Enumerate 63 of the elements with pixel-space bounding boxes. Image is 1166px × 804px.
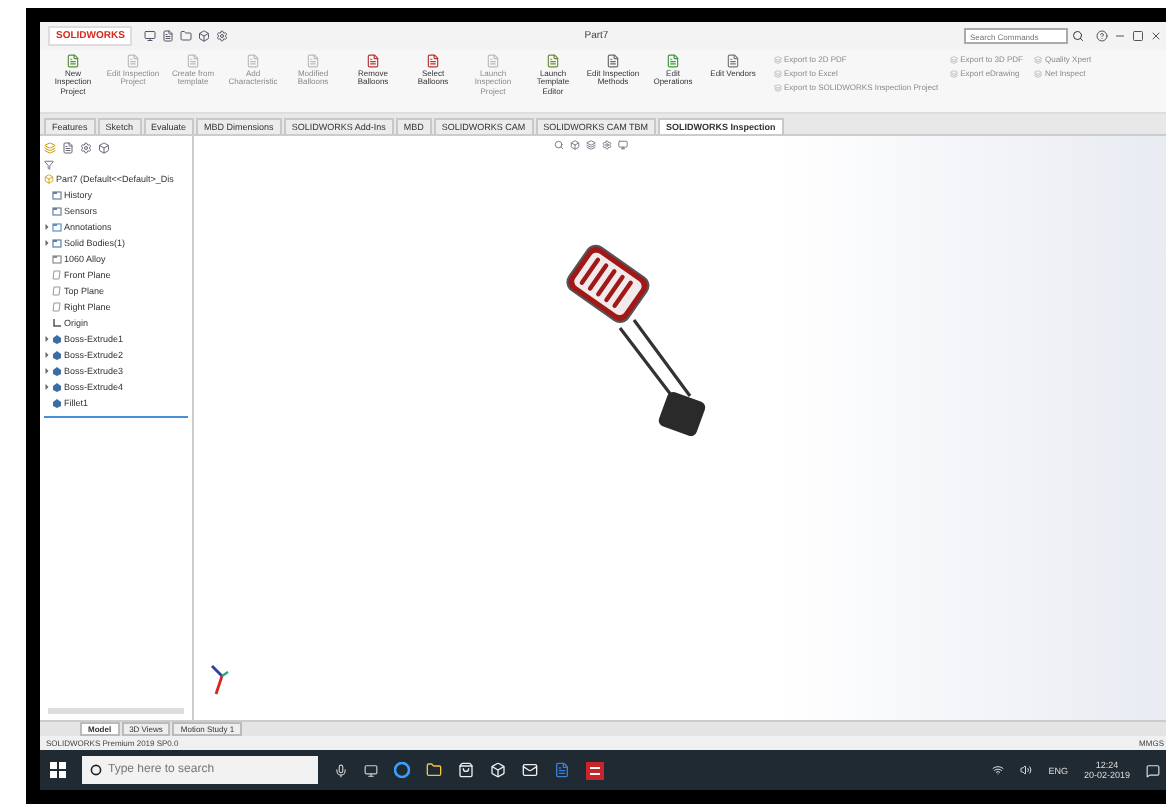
browser-icon[interactable]	[394, 762, 410, 778]
document-icon	[606, 54, 620, 68]
expand-caret-icon[interactable]	[44, 352, 50, 358]
folder-icon	[52, 190, 62, 200]
settings-icon[interactable]	[216, 30, 229, 42]
layers-icon	[950, 55, 959, 63]
windows-start-icon[interactable]	[50, 762, 66, 778]
monitor-icon[interactable]	[618, 140, 628, 150]
view-settings-icon[interactable]	[602, 140, 612, 150]
document-icon	[66, 54, 80, 68]
expand-caret-icon[interactable]	[44, 368, 50, 374]
search-icon[interactable]	[1072, 30, 1084, 42]
help-icon[interactable]	[1096, 30, 1108, 42]
view-orientation-icon[interactable]	[570, 140, 580, 150]
property-manager-icon[interactable]	[62, 142, 74, 154]
filter-icon[interactable]	[44, 160, 54, 170]
layers-icon	[774, 83, 782, 91]
close-icon[interactable]	[1150, 30, 1162, 42]
solidworks-app-icon[interactable]	[586, 761, 604, 779]
layers-icon	[1034, 55, 1043, 63]
zoom-icon[interactable]	[554, 140, 564, 150]
task-view-icon[interactable]	[364, 763, 378, 777]
expand-caret-icon[interactable]	[44, 224, 50, 230]
layers-icon	[774, 69, 782, 77]
expand-caret-icon[interactable]	[44, 336, 50, 342]
search-icon	[90, 764, 102, 776]
document-icon	[546, 54, 560, 68]
layers-icon	[1034, 69, 1043, 77]
folder-icon	[52, 238, 62, 248]
origin-icon	[52, 318, 62, 328]
mail-icon[interactable]	[522, 762, 538, 778]
layers-icon	[950, 69, 959, 77]
folder-icon	[52, 254, 62, 264]
configuration-manager-icon[interactable]	[80, 142, 92, 154]
part-icon	[44, 174, 54, 184]
open-folder-icon[interactable]	[180, 30, 193, 42]
maximize-icon[interactable]	[1132, 30, 1144, 42]
feature-manager-icon[interactable]	[44, 142, 56, 154]
folder-icon	[52, 222, 62, 232]
box-icon[interactable]	[490, 762, 506, 778]
document-icon	[306, 54, 320, 68]
expand-caret-icon[interactable]	[44, 384, 50, 390]
shopping-bag-icon[interactable]	[458, 762, 474, 778]
folder-icon	[52, 206, 62, 216]
volume-icon[interactable]	[1020, 764, 1033, 776]
expand-caret-icon[interactable]	[44, 240, 50, 246]
document-icon	[726, 54, 740, 68]
document-icon	[366, 54, 380, 68]
new-document-icon[interactable]	[162, 30, 175, 42]
document-icon	[246, 54, 260, 68]
microphone-icon[interactable]	[334, 763, 348, 777]
notification-icon[interactable]	[1146, 763, 1160, 777]
axis-triad-drawing	[210, 660, 234, 696]
network-icon[interactable]	[992, 764, 1005, 776]
folder-icon[interactable]	[426, 762, 442, 778]
layers-icon	[774, 55, 782, 63]
document-icon	[186, 54, 200, 68]
scrollbar[interactable]	[48, 708, 184, 714]
document-icon	[426, 54, 440, 68]
document-icon	[486, 54, 500, 68]
document-icon	[666, 54, 680, 68]
document-icon	[126, 54, 140, 68]
document-icon[interactable]	[554, 762, 570, 778]
